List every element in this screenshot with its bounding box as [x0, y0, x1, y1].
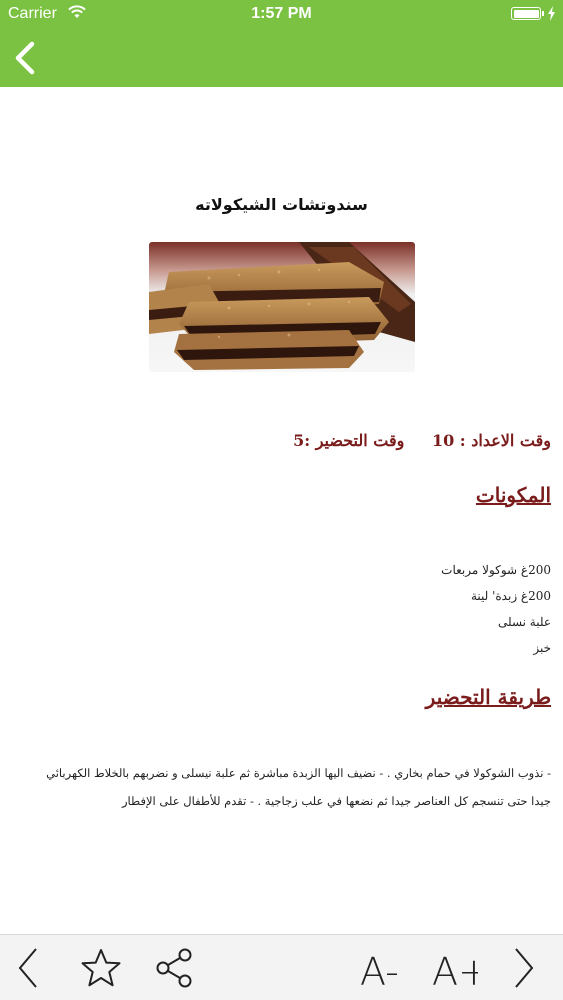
chevron-left-icon: [15, 41, 35, 75]
app-header: Carrier 1:57 PM: [0, 0, 563, 87]
list-item: خبز: [533, 641, 551, 655]
status-bar: Carrier 1:57 PM: [0, 0, 563, 28]
chevron-right-icon: [515, 948, 534, 988]
battery-tip: [542, 11, 544, 16]
list-item: 200غ زبدة' لينة: [470, 589, 551, 603]
svg-text:A+: A+: [432, 950, 478, 993]
svg-text:A-: A-: [360, 950, 399, 993]
favorite-button[interactable]: [78, 943, 124, 993]
recipe-image: [149, 242, 415, 372]
font-decrease-icon: A-: [360, 950, 399, 993]
font-increase-icon: A+: [432, 950, 478, 993]
bottom-toolbar: A- A+: [0, 934, 563, 1000]
cook-time: وقت التحضير :5: [293, 431, 405, 450]
share-icon: [156, 948, 192, 988]
method-heading: طريقة التحضير: [425, 685, 551, 709]
share-button[interactable]: [152, 943, 198, 993]
list-item: 200غ شوكولا مربعات: [441, 563, 551, 577]
prep-time: وقت الاعداد : 10: [431, 431, 551, 450]
battery-icon: [511, 7, 541, 20]
charging-icon: [548, 6, 555, 21]
chevron-left-icon: [18, 948, 37, 988]
font-increase-button[interactable]: A+: [428, 943, 478, 993]
previous-button[interactable]: [10, 943, 46, 993]
list-item: علبة نسلى: [497, 615, 551, 629]
recipe-title: سندوتشات الشيكولاته: [195, 195, 368, 214]
ingredients-list: 200غ شوكولا مربعات 200غ زبدة' لينة علبة …: [441, 557, 551, 661]
status-time: 1:57 PM: [251, 5, 312, 22]
chocolate-sandwich-photo: [149, 242, 415, 372]
star-icon: [81, 949, 121, 987]
method-text: - نذوب الشوكولا في حمام بخاري . - نضيف ا…: [46, 766, 551, 808]
next-button[interactable]: [506, 943, 542, 993]
back-button[interactable]: [10, 40, 42, 76]
font-decrease-button[interactable]: A-: [356, 943, 406, 993]
recipe-content: سندوتشات الشيكولاته وقت الاعداد: 10 وقت…: [0, 87, 563, 934]
recipe-times: وقت الاعداد : 10 وقت التحضير :5: [293, 431, 551, 450]
ingredients-heading: المكونات: [475, 483, 551, 507]
